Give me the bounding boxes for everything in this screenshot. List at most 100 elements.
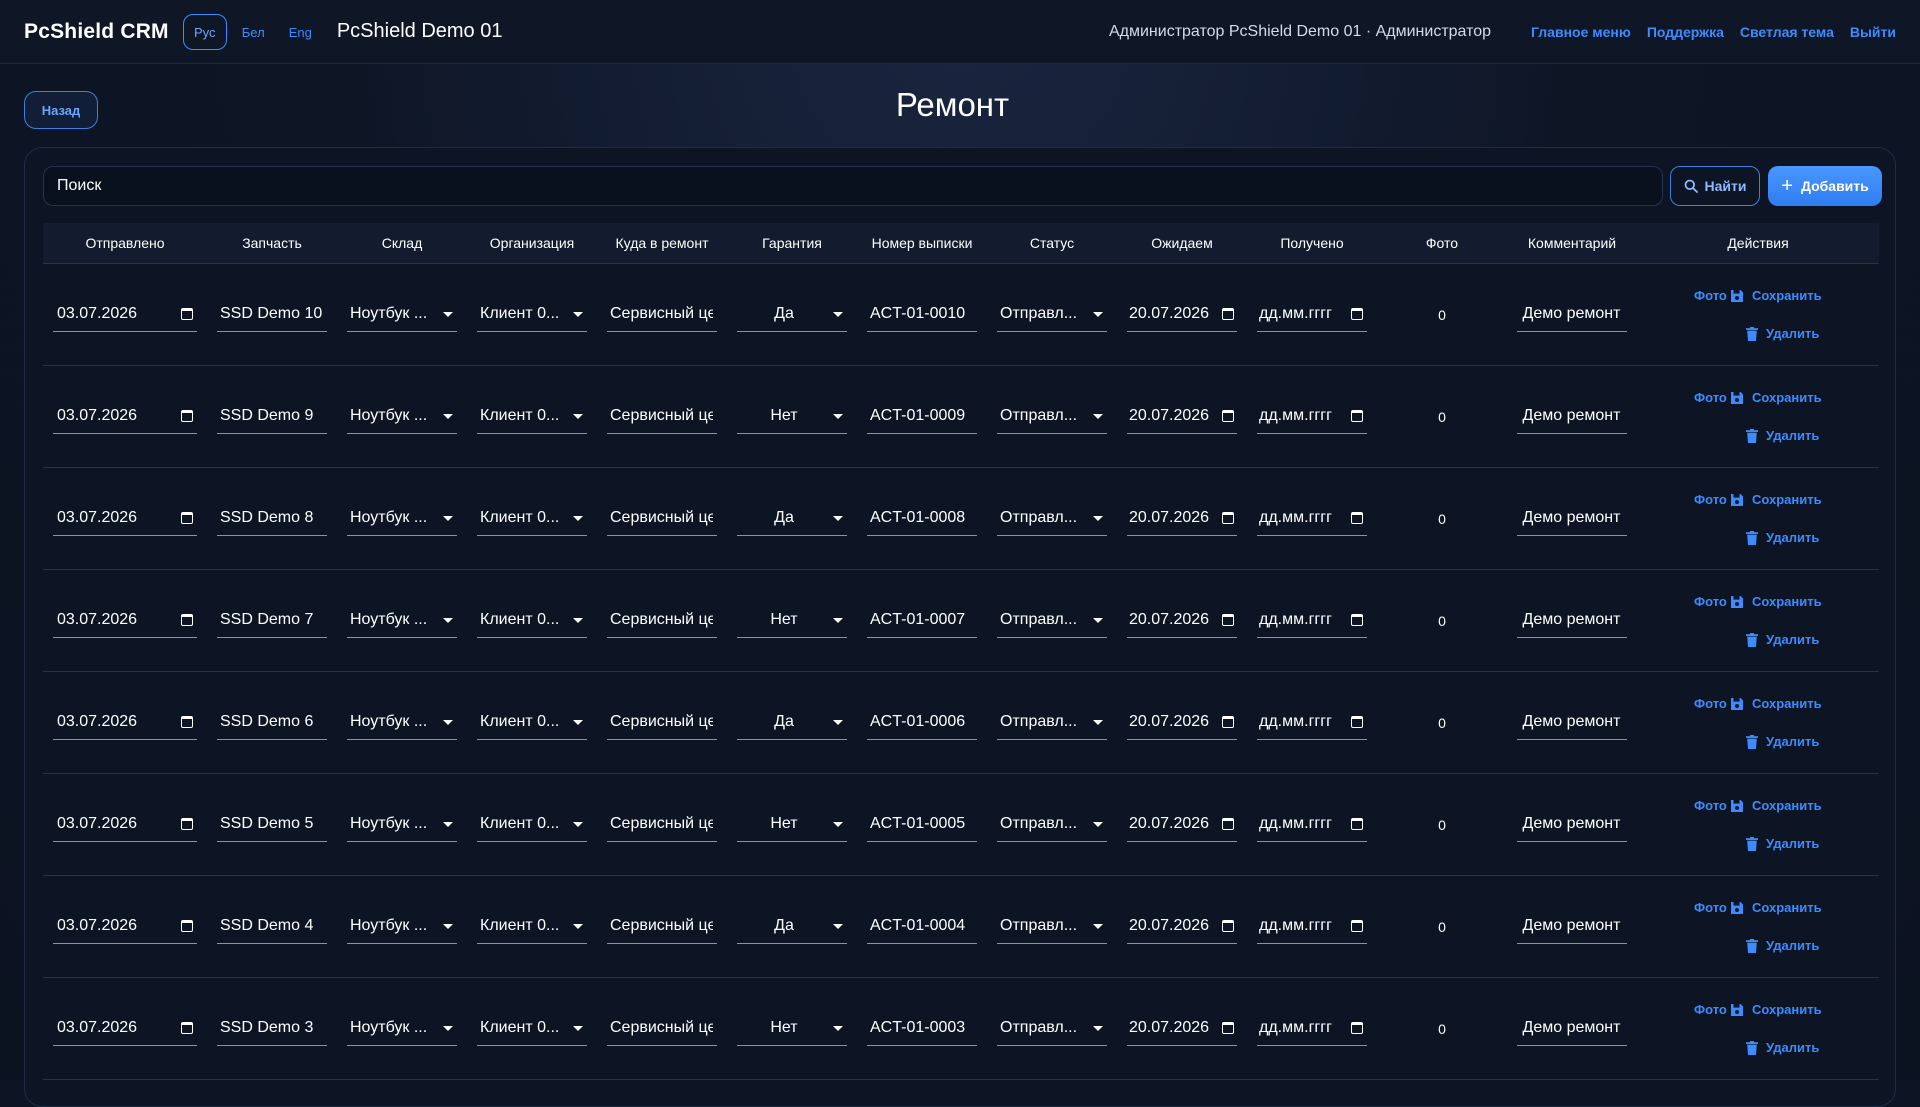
part-input[interactable]: SSD Demo 4 [217,910,327,944]
organization-select[interactable]: Клиент 0... [477,1012,587,1046]
expected-date-input[interactable]: 20.07.2026 [1127,706,1237,740]
warehouse-select[interactable]: Ноутбук ... [347,298,457,332]
save-button[interactable]: Сохранить [1730,798,1822,813]
statement-number-input[interactable]: ACT-01-0009 [867,400,977,434]
save-button[interactable]: Сохранить [1730,288,1822,303]
save-button[interactable]: Сохранить [1730,1002,1822,1017]
chevron-down-icon[interactable] [833,515,843,521]
lang-be[interactable]: Бел [233,14,274,50]
calendar-icon[interactable] [181,512,193,524]
comment-input[interactable]: Демо ремонт [1517,706,1627,740]
received-date-input[interactable]: дд.мм.гггг [1257,706,1367,740]
photo-button[interactable]: Фото [1694,390,1727,405]
calendar-icon[interactable] [1351,614,1363,626]
organization-select[interactable]: Клиент 0... [477,400,587,434]
warranty-select[interactable]: Да [737,706,847,740]
calendar-icon[interactable] [181,308,193,320]
chevron-down-icon[interactable] [443,821,453,827]
status-select[interactable]: Отправл... [997,400,1107,434]
chevron-down-icon[interactable] [573,923,583,929]
calendar-icon[interactable] [1351,920,1363,932]
photo-button[interactable]: Фото [1694,288,1727,303]
sent-date-input[interactable]: 03.07.2026 [53,502,197,536]
part-input[interactable]: SSD Demo 9 [217,400,327,434]
chevron-down-icon[interactable] [1093,923,1103,929]
organization-select[interactable]: Клиент 0... [477,706,587,740]
photo-button[interactable]: Фото [1694,900,1727,915]
warehouse-select[interactable]: Ноутбук ... [347,706,457,740]
received-date-input[interactable]: дд.мм.гггг [1257,298,1367,332]
photo-button[interactable]: Фото [1694,492,1727,507]
received-date-input[interactable]: дд.мм.гггг [1257,1012,1367,1046]
sent-date-input[interactable]: 03.07.2026 [53,808,197,842]
destination-input[interactable]: Сервисный це [607,298,717,332]
calendar-icon[interactable] [1222,920,1234,932]
received-date-input[interactable]: дд.мм.гггг [1257,604,1367,638]
calendar-icon[interactable] [1351,818,1363,830]
warranty-select[interactable]: Да [737,502,847,536]
logout-link[interactable]: Выйти [1850,24,1896,40]
statement-number-input[interactable]: ACT-01-0004 [867,910,977,944]
warehouse-select[interactable]: Ноутбук ... [347,1012,457,1046]
organization-select[interactable]: Клиент 0... [477,910,587,944]
comment-input[interactable]: Демо ремонт [1517,1012,1627,1046]
chevron-down-icon[interactable] [443,311,453,317]
save-button[interactable]: Сохранить [1730,492,1822,507]
status-select[interactable]: Отправл... [997,502,1107,536]
light-theme-link[interactable]: Светлая тема [1740,24,1834,40]
chevron-down-icon[interactable] [1093,311,1103,317]
statement-number-input[interactable]: ACT-01-0007 [867,604,977,638]
delete-button[interactable]: Удалить [1746,632,1819,647]
statement-number-input[interactable]: ACT-01-0008 [867,502,977,536]
warehouse-select[interactable]: Ноутбук ... [347,400,457,434]
destination-input[interactable]: Сервисный це [607,502,717,536]
calendar-icon[interactable] [181,716,193,728]
status-select[interactable]: Отправл... [997,604,1107,638]
chevron-down-icon[interactable] [443,413,453,419]
photo-button[interactable]: Фото [1694,696,1727,711]
main-menu-link[interactable]: Главное меню [1531,24,1631,40]
comment-input[interactable]: Демо ремонт [1517,604,1627,638]
chevron-down-icon[interactable] [573,719,583,725]
save-button[interactable]: Сохранить [1730,696,1822,711]
photo-button[interactable]: Фото [1694,594,1727,609]
delete-button[interactable]: Удалить [1746,530,1819,545]
expected-date-input[interactable]: 20.07.2026 [1127,298,1237,332]
chevron-down-icon[interactable] [1093,1025,1103,1031]
received-date-input[interactable]: дд.мм.гггг [1257,400,1367,434]
statement-number-input[interactable]: ACT-01-0006 [867,706,977,740]
status-select[interactable]: Отправл... [997,808,1107,842]
lang-ru[interactable]: Рус [182,13,227,50]
chevron-down-icon[interactable] [573,1025,583,1031]
expected-date-input[interactable]: 20.07.2026 [1127,604,1237,638]
chevron-down-icon[interactable] [443,1025,453,1031]
warranty-select[interactable]: Нет [737,1012,847,1046]
warehouse-select[interactable]: Ноутбук ... [347,604,457,638]
warranty-select[interactable]: Нет [737,604,847,638]
calendar-icon[interactable] [1222,1022,1234,1034]
chevron-down-icon[interactable] [1093,821,1103,827]
delete-button[interactable]: Удалить [1746,938,1819,953]
delete-button[interactable]: Удалить [1746,428,1819,443]
warranty-select[interactable]: Да [737,910,847,944]
search-input[interactable] [43,166,1663,206]
photo-button[interactable]: Фото [1694,1002,1727,1017]
organization-select[interactable]: Клиент 0... [477,502,587,536]
comment-input[interactable]: Демо ремонт [1517,910,1627,944]
find-button[interactable]: Найти [1670,166,1760,206]
chevron-down-icon[interactable] [1093,617,1103,623]
chevron-down-icon[interactable] [1093,413,1103,419]
chevron-down-icon[interactable] [443,515,453,521]
warranty-select[interactable]: Нет [737,808,847,842]
statement-number-input[interactable]: ACT-01-0010 [867,298,977,332]
expected-date-input[interactable]: 20.07.2026 [1127,502,1237,536]
sent-date-input[interactable]: 03.07.2026 [53,400,197,434]
chevron-down-icon[interactable] [443,719,453,725]
status-select[interactable]: Отправл... [997,1012,1107,1046]
save-button[interactable]: Сохранить [1730,390,1822,405]
delete-button[interactable]: Удалить [1746,836,1819,851]
sent-date-input[interactable]: 03.07.2026 [53,1012,197,1046]
warehouse-select[interactable]: Ноутбук ... [347,502,457,536]
chevron-down-icon[interactable] [833,617,843,623]
chevron-down-icon[interactable] [443,923,453,929]
